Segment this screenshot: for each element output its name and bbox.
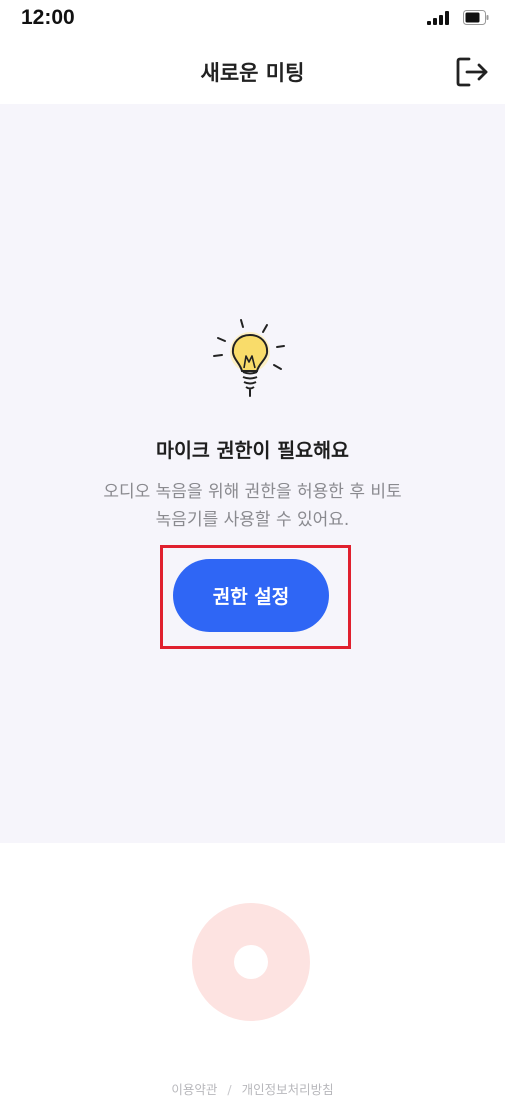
status-time: 12:00 <box>21 6 75 29</box>
permission-settings-button[interactable]: 권한 설정 <box>173 559 329 632</box>
permission-description-line: 오디오 녹음을 위해 권한을 허용한 후 비토 <box>103 482 402 502</box>
header: 새로운 미팅 <box>0 38 505 104</box>
permission-title: 마이크 권한이 필요해요 <box>156 439 349 462</box>
app-screen: 12:00 새로운 미팅 마이크 권한이 필요해요 오디오 녹음을 위해 권한을… <box>0 0 505 1117</box>
lightbulb-icon <box>213 319 285 397</box>
battery-icon <box>463 10 489 25</box>
terms-link[interactable]: 이용약관 <box>171 1082 217 1097</box>
footer-separator: / <box>227 1082 232 1097</box>
record-icon <box>234 945 268 979</box>
page-title: 새로운 미팅 <box>200 61 305 85</box>
record-button[interactable] <box>192 903 310 1021</box>
exit-icon <box>456 57 488 87</box>
privacy-policy-link[interactable]: 개인정보처리방침 <box>242 1082 334 1097</box>
permission-panel: 마이크 권한이 필요해요 오디오 녹음을 위해 권한을 허용한 후 비토 녹음기… <box>0 104 505 843</box>
permission-description: 오디오 녹음을 위해 권한을 허용한 후 비토 녹음기를 사용할 수 있어요. <box>60 478 445 534</box>
permission-description-line: 녹음기를 사용할 수 있어요. <box>155 510 350 530</box>
exit-button[interactable] <box>454 55 490 89</box>
footer: 이용약관 / 개인정보처리방침 <box>0 1079 505 1098</box>
status-bar: 12:00 <box>0 0 505 38</box>
cellular-signal-icon <box>427 11 449 25</box>
